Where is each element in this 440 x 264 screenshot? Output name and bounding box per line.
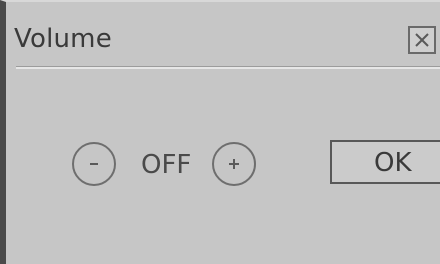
ok-button[interactable]: OK <box>330 140 440 184</box>
dialog-title: Volume <box>14 24 112 54</box>
plus-icon <box>229 159 239 169</box>
ok-button-label: OK <box>374 148 412 178</box>
volume-value: OFF <box>141 150 192 180</box>
close-icon <box>415 33 429 47</box>
minus-icon <box>90 163 98 165</box>
title-divider <box>16 66 440 69</box>
close-button[interactable] <box>408 26 436 54</box>
volume-decrease-button[interactable] <box>72 142 116 186</box>
volume-increase-button[interactable] <box>212 142 256 186</box>
volume-dialog: Volume OFF OK <box>0 0 440 264</box>
title-bar: Volume <box>6 2 440 64</box>
